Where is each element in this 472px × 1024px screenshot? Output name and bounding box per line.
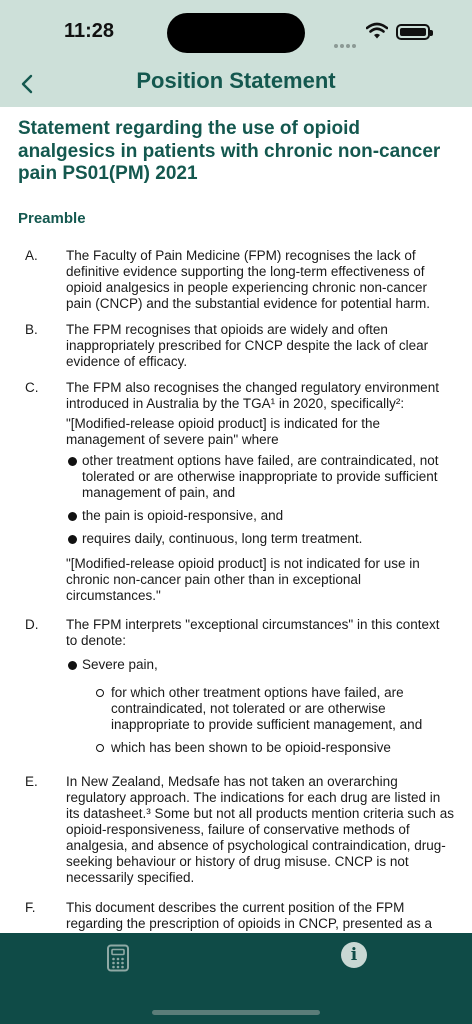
bullet-text: other treatment options have failed, are…	[82, 453, 439, 500]
bullet-text: Severe pain,	[82, 657, 158, 672]
bullet-icon	[68, 535, 77, 544]
item-d-text: The FPM interprets "exceptional circumst…	[66, 617, 440, 648]
wifi-icon	[366, 22, 388, 39]
item-c-quote-2: "[Modified-release opioid product] is no…	[66, 556, 420, 603]
bullet-text: the pain is opioid-responsive, and	[82, 508, 284, 523]
status-time: 11:28	[64, 20, 115, 42]
item-letter-d: D.	[25, 617, 39, 632]
bullet-icon	[68, 661, 77, 670]
document-title: Statement regarding the use of opioid an…	[18, 118, 441, 184]
item-f-text: This document describes the current posi…	[66, 900, 432, 931]
sub-bullet-text: which has been shown to be opioid-respon…	[111, 740, 391, 755]
bullet-icon	[68, 512, 77, 521]
page-title: Position Statement	[136, 68, 336, 93]
battery-icon	[396, 24, 433, 40]
item-letter-f: F.	[25, 900, 36, 915]
sub-bullet-icon	[96, 744, 104, 752]
item-c-text: The FPM also recognises the changed regu…	[66, 380, 439, 411]
info-icon[interactable]: i	[341, 942, 367, 968]
bottom-tab-bar: i	[0, 933, 472, 1024]
item-c-quote-1: "[Modified-release opioid product] is in…	[66, 416, 380, 447]
item-b-text: The FPM recognises that opioids are wide…	[66, 322, 429, 369]
item-letter-e: E.	[25, 774, 38, 789]
cellular-signal-icon	[334, 35, 358, 53]
dynamic-island	[167, 13, 305, 53]
sub-bullet-text: for which other treatment options have f…	[111, 685, 423, 732]
info-glyph: i	[350, 945, 358, 965]
item-letter-c: C.	[25, 380, 39, 395]
calculator-icon[interactable]	[104, 944, 132, 972]
item-letter-a: A.	[25, 248, 38, 263]
top-header: 11:28 Position Statement	[0, 0, 472, 107]
bullet-icon	[68, 457, 77, 466]
item-a-text: The Faculty of Pain Medicine (FPM) recog…	[66, 248, 430, 311]
document-scroll-area[interactable]: Statement regarding the use of opioid an…	[0, 107, 472, 933]
section-heading-preamble: Preamble	[18, 210, 86, 227]
item-letter-b: B.	[25, 322, 38, 337]
home-indicator	[152, 1010, 320, 1015]
bullet-text: requires daily, continuous, long term tr…	[82, 531, 363, 546]
sub-bullet-icon	[96, 689, 104, 697]
item-e-text: In New Zealand, Medsafe has not taken an…	[66, 774, 454, 885]
